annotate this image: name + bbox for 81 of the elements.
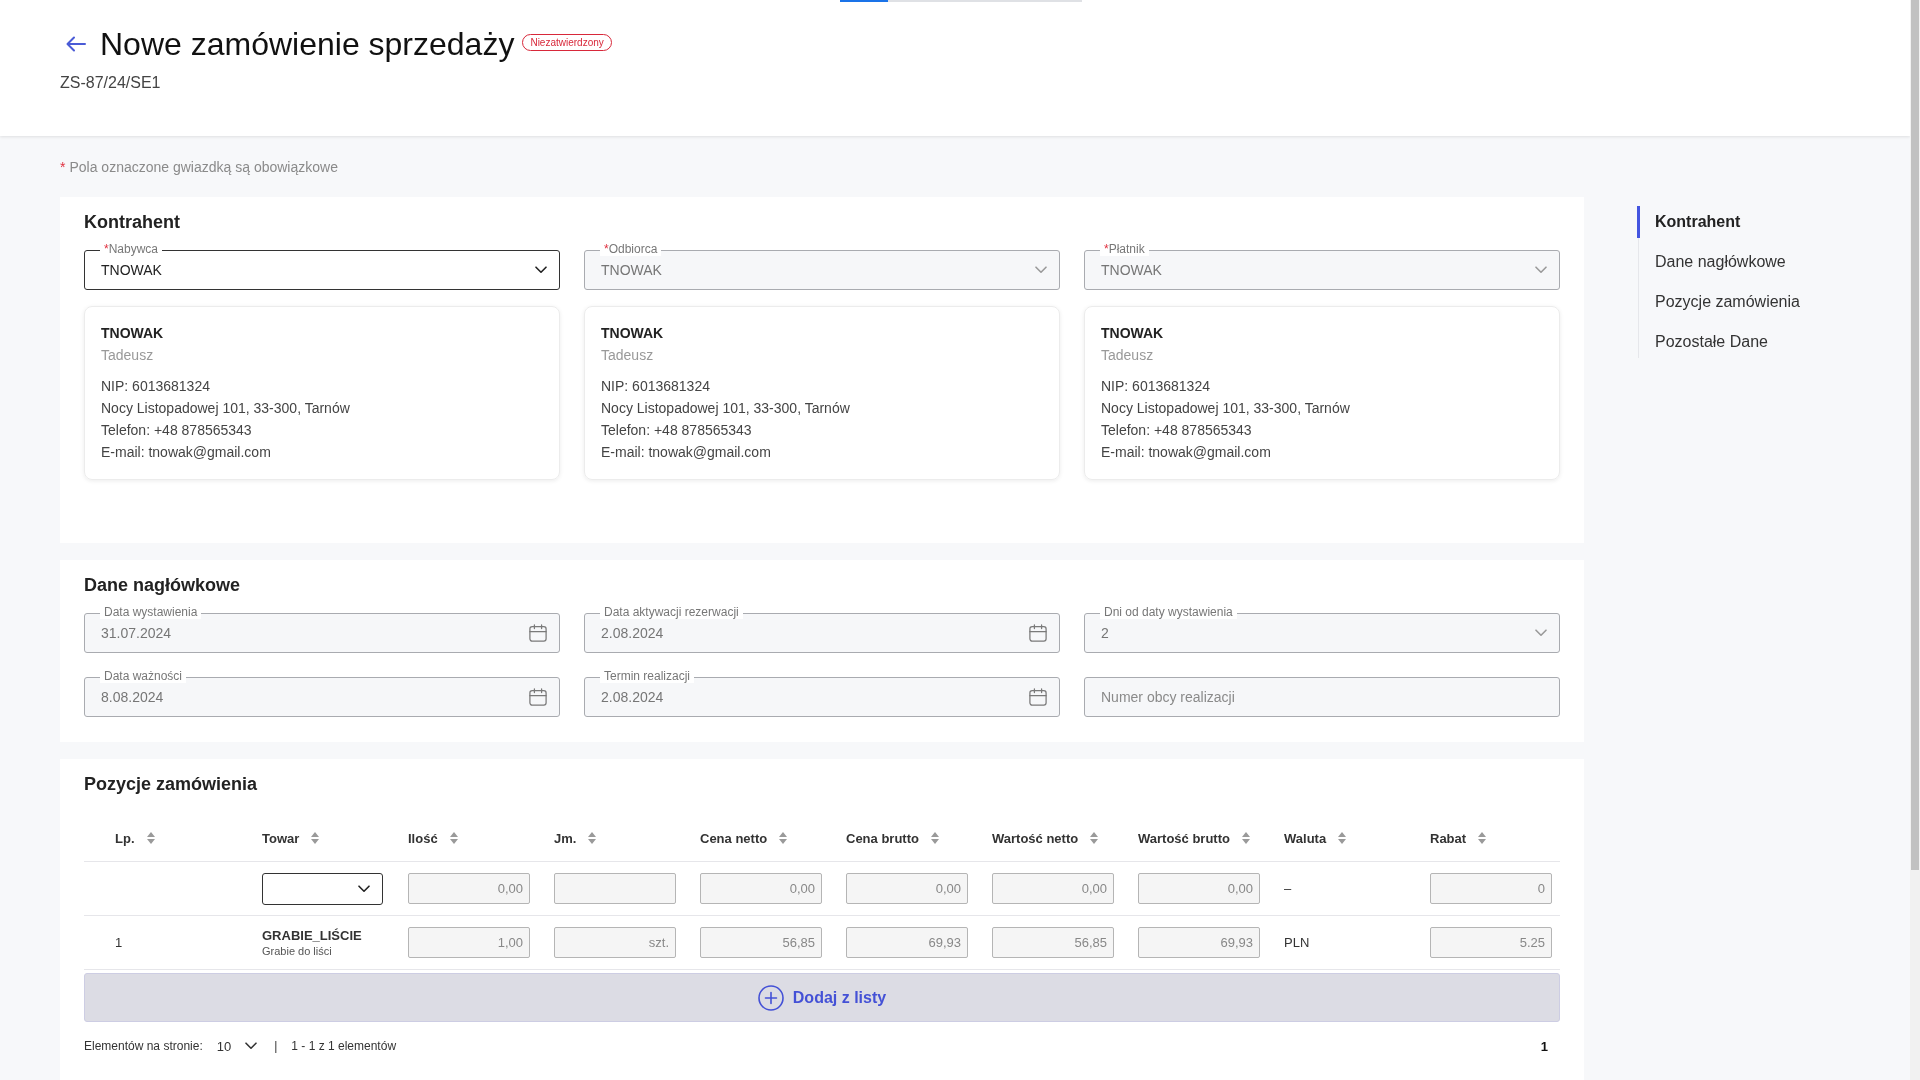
page-size-dropdown[interactable]: 10 <box>216 1038 258 1054</box>
chevron-down-icon <box>1535 266 1547 274</box>
field-label: Dni od daty wystawienia <box>1100 605 1237 619</box>
column-header[interactable]: Wartość brutto <box>1138 830 1230 846</box>
column-header[interactable]: Lp. <box>115 830 135 846</box>
contact-detail: Telefon: +48 878565343 <box>601 421 752 440</box>
calendar-icon <box>529 624 547 642</box>
page-range-text: 1 - 1 z 1 elementów <box>291 1039 397 1053</box>
contact-detail: E-mail: tnowak@gmail.com <box>1101 443 1271 462</box>
contact-detail: E-mail: tnowak@gmail.com <box>101 443 271 462</box>
table-cell: – <box>1284 881 1292 896</box>
field-label: Data ważności <box>100 669 187 683</box>
contact-detail: NIP: 6013681324 <box>101 377 210 396</box>
sort-icon[interactable] <box>1090 832 1099 844</box>
nav-link[interactable]: Kontrahent <box>1637 206 1800 238</box>
nav-link[interactable]: Dane nagłówkowe <box>1637 246 1800 278</box>
sort-icon[interactable] <box>1241 832 1250 844</box>
calendar-icon <box>1029 688 1047 706</box>
sort-icon[interactable] <box>779 832 788 844</box>
sort-icon[interactable] <box>930 832 939 844</box>
table-cell: PLN <box>1284 935 1310 950</box>
contact-detail: Nocy Listopadowej 101, 33-300, Tarnów <box>601 399 850 418</box>
contact-detail: Telefon: +48 878565343 <box>1101 421 1252 440</box>
sort-icon[interactable] <box>311 832 320 844</box>
company-name: TNOWAK <box>101 324 164 343</box>
column-header[interactable]: Jm. <box>554 830 577 846</box>
sort-icon[interactable] <box>588 832 597 844</box>
plus-circle-icon <box>757 984 784 1011</box>
page-button[interactable]: 1 <box>1528 1036 1560 1056</box>
contact-name: Tadeusz <box>1101 346 1154 365</box>
sort-icon[interactable] <box>146 832 155 844</box>
column-header[interactable]: Cena brutto <box>846 830 919 846</box>
page-size-label: Elementów na stronie: <box>84 1039 203 1053</box>
calendar-icon <box>1029 624 1047 642</box>
contact-detail: Nocy Listopadowej 101, 33-300, Tarnów <box>101 399 350 418</box>
chevron-down-icon <box>1535 629 1547 637</box>
column-header[interactable]: Waluta <box>1284 830 1327 846</box>
add-from-list-button[interactable]: Dodaj z listy <box>84 973 1560 1022</box>
sort-icon[interactable] <box>1478 832 1487 844</box>
chevron-down-icon <box>1035 266 1047 274</box>
field-label: *Nabywca <box>100 242 163 256</box>
column-header[interactable]: Towar <box>262 830 300 846</box>
column-header[interactable]: Wartość netto <box>992 830 1079 846</box>
chevron-down-icon <box>358 884 370 893</box>
contact-detail: NIP: 6013681324 <box>1101 377 1210 396</box>
dropdown-field[interactable] <box>262 872 383 905</box>
nav-link[interactable]: Pozostałe Dane <box>1637 326 1800 358</box>
product-description: Grabie do liści <box>262 943 332 959</box>
column-header[interactable]: Ilość <box>408 830 438 846</box>
scrollbar-thumb[interactable] <box>1911 0 1919 870</box>
section-title: Dane nagłówkowe <box>84 574 242 597</box>
sort-icon[interactable] <box>1338 832 1347 844</box>
chevron-down-icon <box>535 266 547 274</box>
field-label: *Odbiorca <box>600 242 662 256</box>
section-title: Kontrahent <box>84 211 181 234</box>
nav-link[interactable]: Pozycje zamówienia <box>1637 286 1800 318</box>
field-label: Termin realizacji <box>600 669 695 683</box>
contact-detail: Nocy Listopadowej 101, 33-300, Tarnów <box>1101 399 1350 418</box>
contact-name: Tadeusz <box>601 346 654 365</box>
calendar-icon <box>529 688 547 706</box>
contact-detail: E-mail: tnowak@gmail.com <box>601 443 771 462</box>
company-name: TNOWAK <box>1101 324 1164 343</box>
company-name: TNOWAK <box>601 324 664 343</box>
column-header[interactable]: Rabat <box>1430 830 1467 846</box>
document-number: ZS-87/24/SE1 <box>60 73 162 93</box>
contact-name: Tadeusz <box>101 346 154 365</box>
field-label: *Płatnik <box>1100 242 1149 256</box>
column-header[interactable]: Cena netto <box>700 830 768 846</box>
contact-detail: Telefon: +48 878565343 <box>101 421 252 440</box>
product-name: GRABIE_LIŚCIE <box>262 926 362 944</box>
contact-detail: NIP: 6013681324 <box>601 377 710 396</box>
section-title: Pozycje zamówienia <box>84 773 259 796</box>
separator: | <box>274 1039 278 1053</box>
required-fields-note: * Pola oznaczone gwiazdką są obowiązkowe <box>60 158 339 177</box>
chevron-down-icon <box>245 1042 258 1050</box>
table-cell: 1 <box>115 935 123 950</box>
field-label: Data aktywacji rezerwacji <box>600 605 743 619</box>
field-label: Data wystawienia <box>100 605 202 619</box>
page-title: Nowe zamówienie sprzedaży <box>100 25 515 64</box>
sort-icon[interactable] <box>449 832 458 844</box>
arrow-left-icon <box>66 36 86 52</box>
